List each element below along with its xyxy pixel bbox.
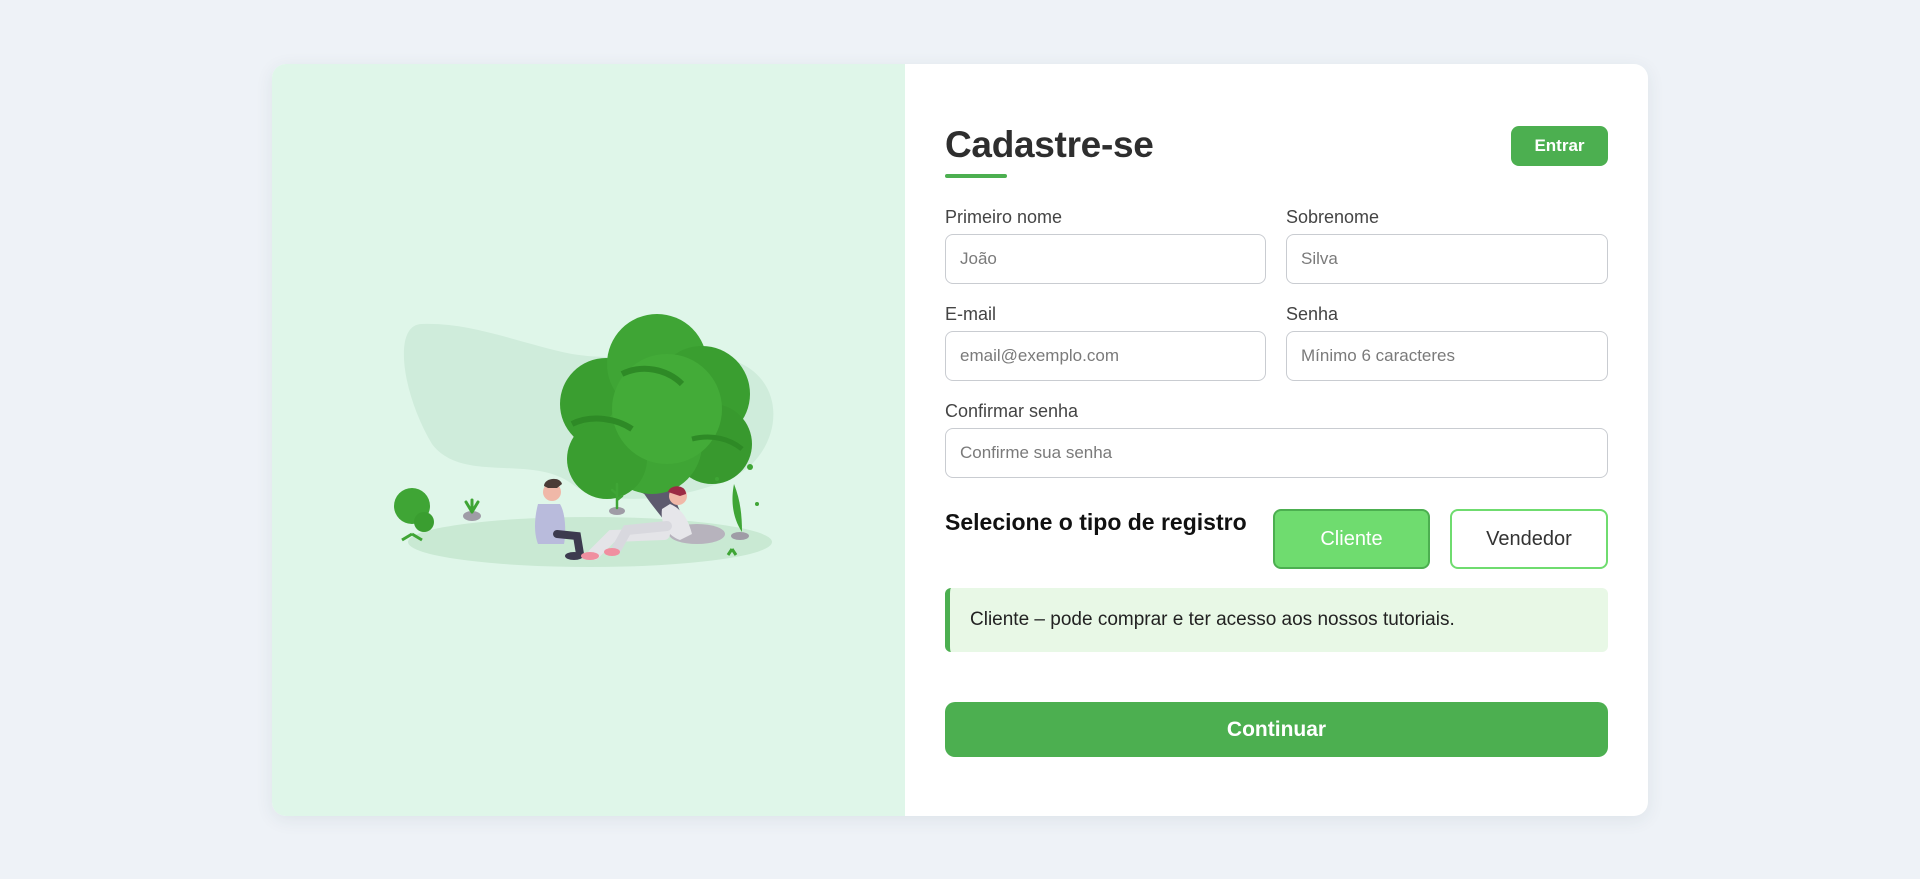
confirm-password-input[interactable] xyxy=(945,428,1608,478)
client-type-button[interactable]: Cliente xyxy=(1273,509,1430,569)
confirm-password-label: Confirmar senha xyxy=(945,401,1079,421)
registration-type-description: Cliente – pode comprar e ter acesso aos … xyxy=(945,588,1608,652)
page-title: Cadastre-se xyxy=(945,124,1154,165)
vendor-type-button[interactable]: Vendedor xyxy=(1450,509,1608,569)
last-name-label: Sobrenome xyxy=(1286,207,1380,227)
email-label: E-mail xyxy=(945,304,997,324)
people-under-tree-illustration xyxy=(394,314,774,567)
last-name-field-group: Sobrenome xyxy=(1286,207,1608,284)
continue-button[interactable]: Continuar xyxy=(945,702,1608,757)
last-name-input[interactable] xyxy=(1286,234,1608,284)
email-input[interactable] xyxy=(945,331,1266,381)
password-label: Senha xyxy=(1286,304,1339,324)
tree-canopy xyxy=(560,314,752,499)
signup-form-panel: Cadastre-se Entrar Primeiro nome Sobreno… xyxy=(905,64,1648,816)
password-input[interactable] xyxy=(1286,331,1608,381)
first-name-field-group: Primeiro nome xyxy=(945,207,1266,284)
confirm-password-field-group: Confirmar senha xyxy=(945,401,1608,478)
registration-type-label: Selecione o tipo de registro xyxy=(945,509,1247,535)
title-underline xyxy=(945,174,1007,178)
first-name-label: Primeiro nome xyxy=(945,207,1063,227)
password-field-group: Senha xyxy=(1286,304,1608,381)
first-name-input[interactable] xyxy=(945,234,1266,284)
illustration-panel xyxy=(272,64,905,816)
email-field-group: E-mail xyxy=(945,304,1266,381)
login-button[interactable]: Entrar xyxy=(1511,126,1608,166)
signup-card: Cadastre-se Entrar Primeiro nome Sobreno… xyxy=(272,64,1648,816)
